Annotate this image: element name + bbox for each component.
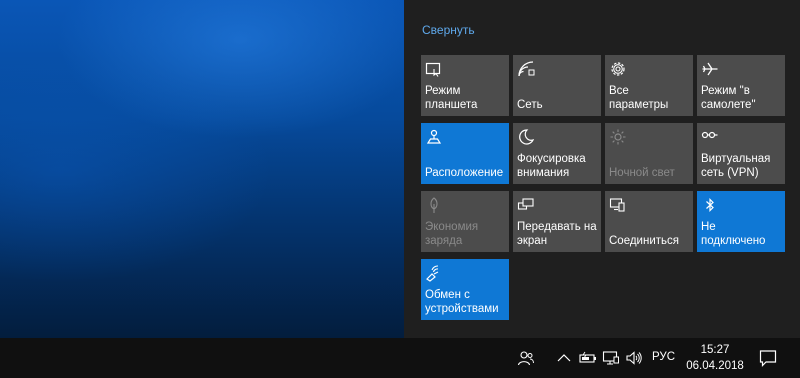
notification-icon[interactable] <box>758 348 778 368</box>
tile-tablet-mode[interactable]: Режим планшета <box>421 55 509 116</box>
clock[interactable]: 15:27 06.04.2018 <box>684 342 746 374</box>
tile-label: Все параметры <box>609 85 669 111</box>
brightness-icon <box>609 128 627 146</box>
gear-icon <box>609 60 627 78</box>
bluetooth-icon <box>701 196 719 214</box>
tile-label: Фокусировка внимания <box>517 153 586 179</box>
clock-date: 06.04.2018 <box>686 360 744 372</box>
tile-label: Виртуальная сеть (VPN) <box>701 153 771 179</box>
location-icon <box>425 128 443 146</box>
tile-label: Ночной свет <box>609 167 675 179</box>
tile-network[interactable]: Сеть <box>513 55 601 116</box>
vpn-icon <box>701 128 719 146</box>
tile-bluetooth[interactable]: Не подключено <box>697 191 785 252</box>
battery-icon[interactable] <box>579 350 597 366</box>
nearby-sharing-icon <box>425 264 443 282</box>
people-icon[interactable] <box>517 350 535 366</box>
clock-time: 15:27 <box>700 344 730 356</box>
tile-connect[interactable]: Соединиться <box>605 191 693 252</box>
tile-all-settings[interactable]: Все параметры <box>605 55 693 116</box>
input-language[interactable]: РУС <box>652 351 675 363</box>
tile-nearby-sharing[interactable]: Обмен с устройствами <box>421 259 509 320</box>
display-icon[interactable] <box>602 350 620 366</box>
tile-airplane-mode[interactable]: Режим "в самолете" <box>697 55 785 116</box>
action-center-panel: Свернуть Режим планшета Сеть Все парамет… <box>404 0 800 338</box>
connect-icon <box>609 196 627 214</box>
tile-vpn[interactable]: Виртуальная сеть (VPN) <box>697 123 785 184</box>
desktop-wallpaper <box>0 0 404 338</box>
tile-night-light[interactable]: Ночной свет <box>605 123 693 184</box>
tile-label: Экономия заряда <box>425 221 479 247</box>
airplane-icon <box>701 60 719 78</box>
tile-battery-saver[interactable]: Экономия заряда <box>421 191 509 252</box>
tile-label: Режим планшета <box>425 85 478 111</box>
battery-saver-icon <box>425 196 443 214</box>
tile-label: Расположение <box>425 167 504 179</box>
volume-icon[interactable] <box>625 350 643 366</box>
tablet-mode-icon <box>425 60 443 78</box>
tile-label: Соединиться <box>609 235 679 247</box>
taskbar: РУС 15:27 06.04.2018 <box>0 338 800 378</box>
tile-label: Передавать на экран <box>517 221 597 247</box>
tile-project[interactable]: Передавать на экран <box>513 191 601 252</box>
tile-label: Не подключено <box>701 221 766 247</box>
tile-focus-assist[interactable]: Фокусировка внимания <box>513 123 601 184</box>
chevron-up-icon[interactable] <box>555 350 573 366</box>
tile-location[interactable]: Расположение <box>421 123 509 184</box>
network-icon <box>517 60 535 78</box>
tile-label: Обмен с устройствами <box>425 289 499 315</box>
tile-label: Режим "в самолете" <box>701 85 756 111</box>
moon-icon <box>517 128 535 146</box>
tile-label: Сеть <box>517 99 543 111</box>
collapse-link[interactable]: Свернуть <box>422 23 475 37</box>
project-icon <box>517 196 535 214</box>
